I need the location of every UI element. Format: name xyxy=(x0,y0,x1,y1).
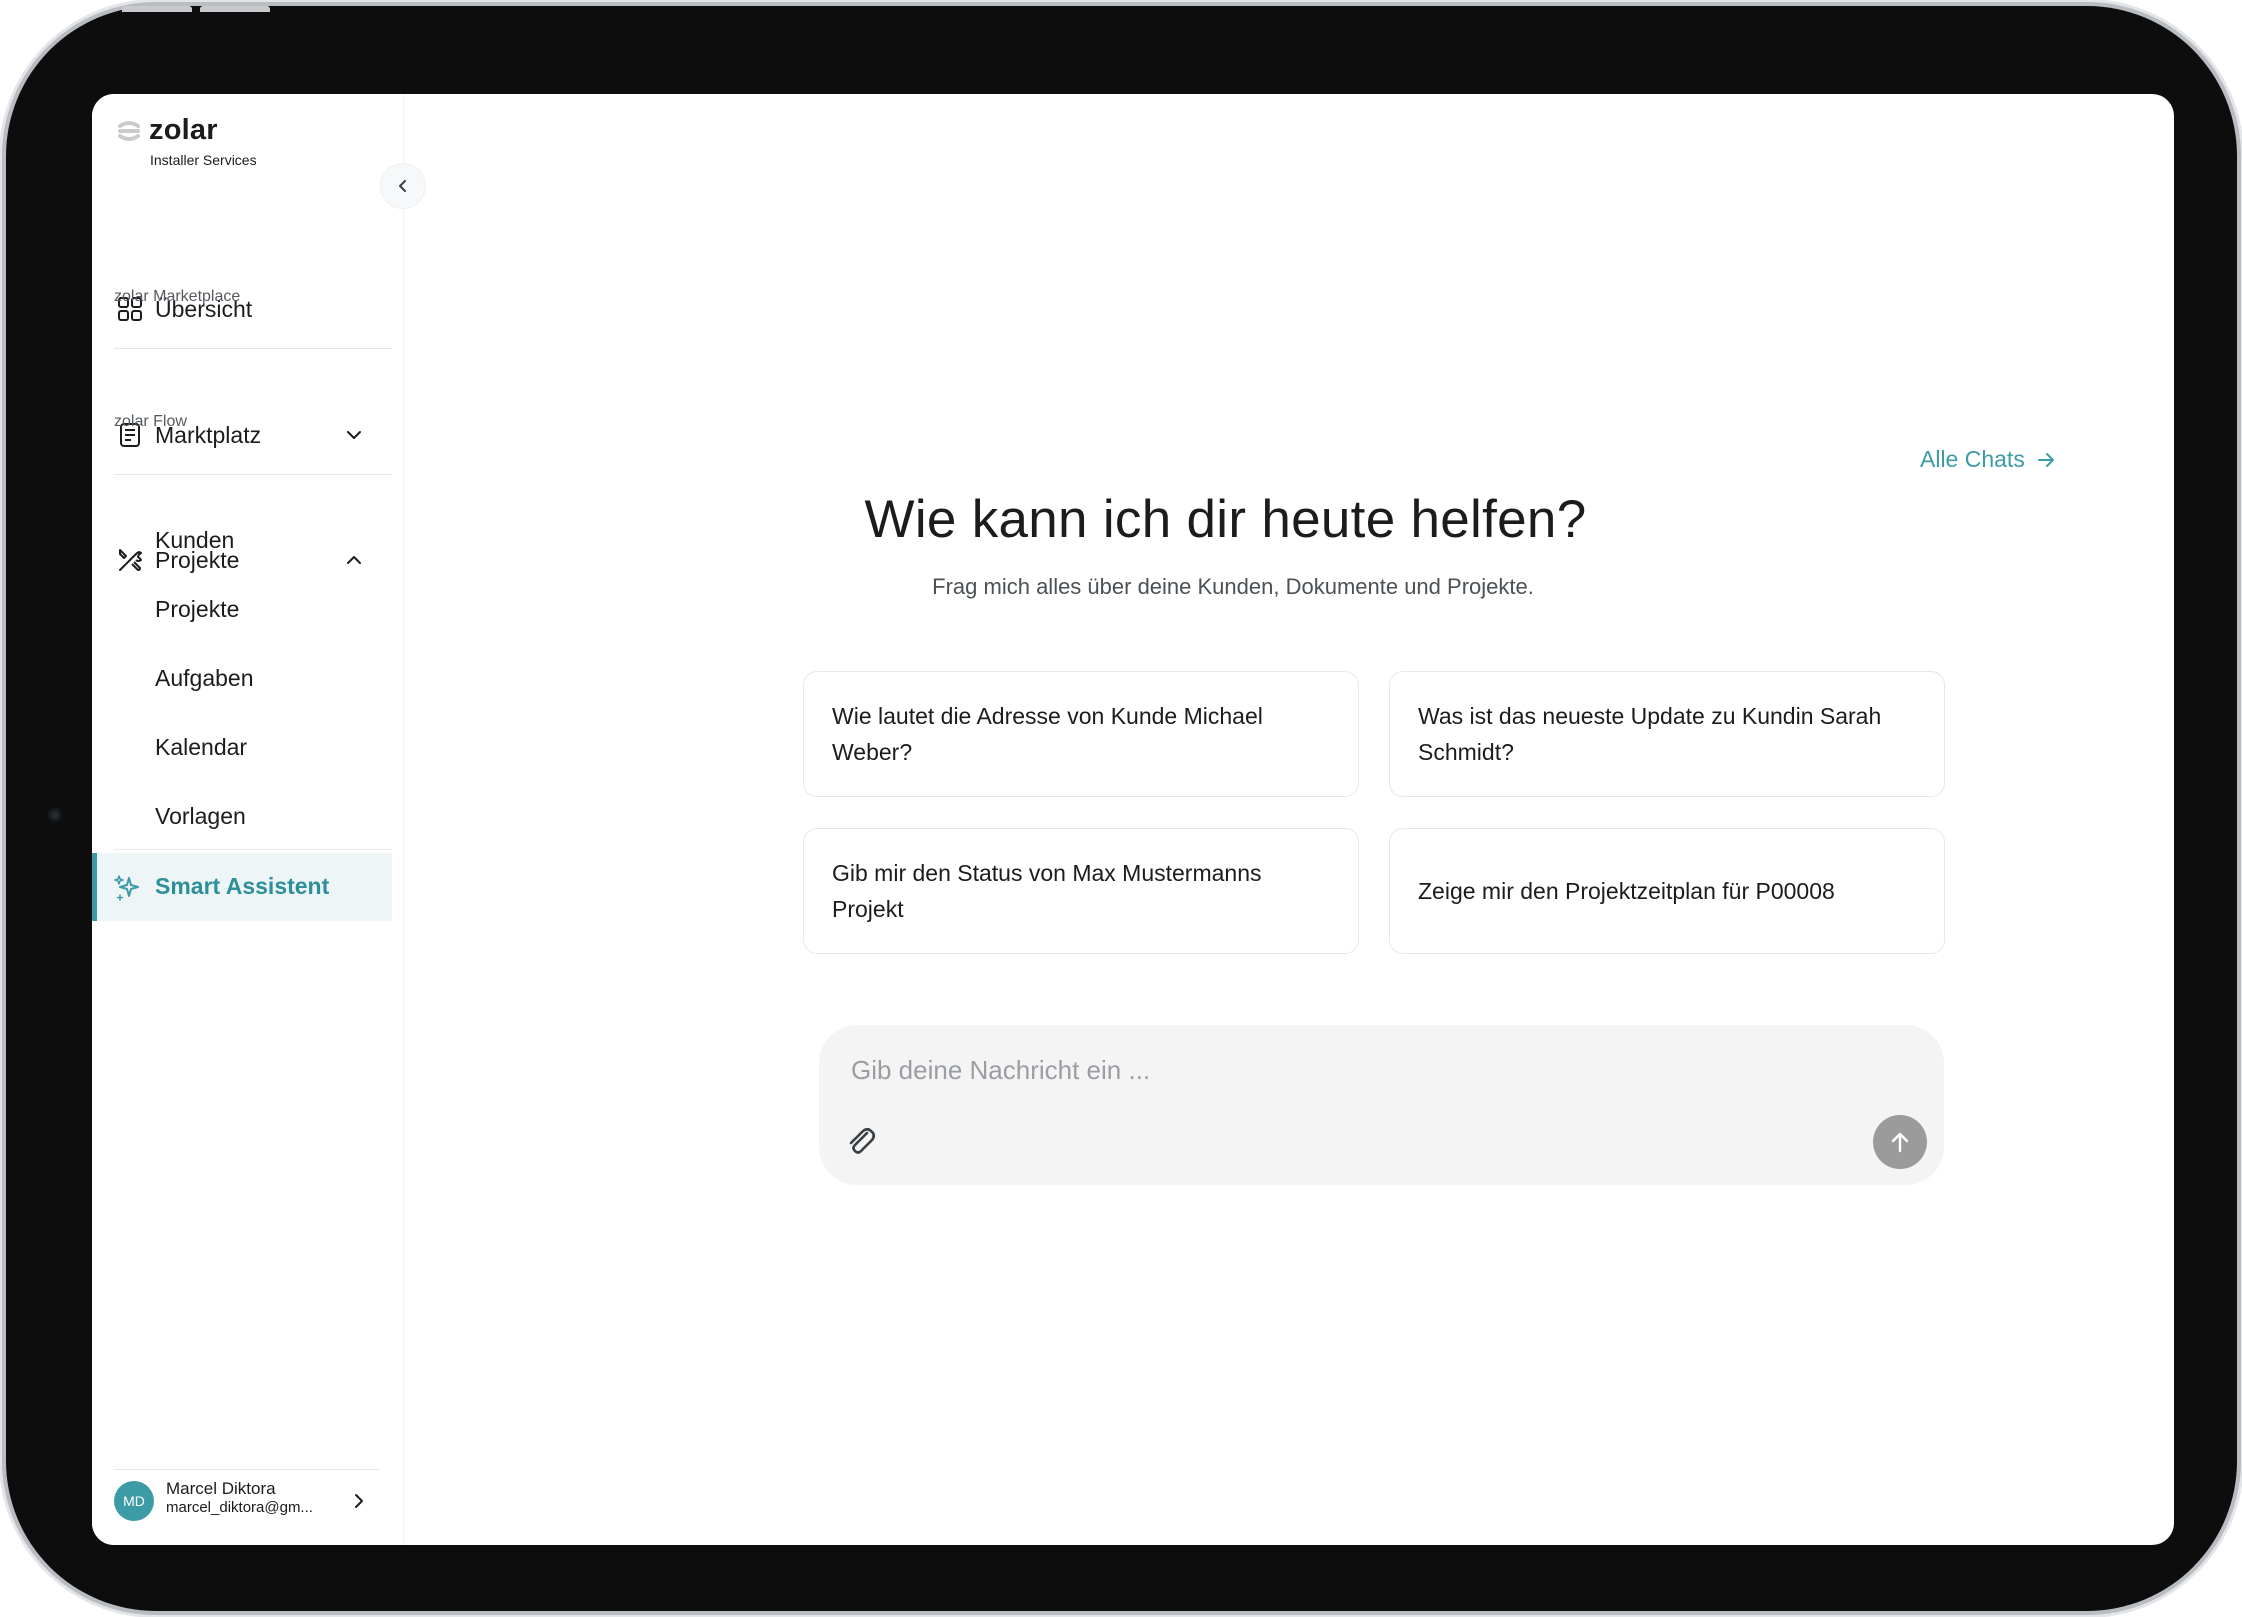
sidebar-subitem-tasks[interactable]: Aufgaben xyxy=(155,665,253,692)
suggestion-card[interactable]: Wie lautet die Adresse von Kunde Michael… xyxy=(803,671,1359,797)
sidebar-subitem-projects[interactable]: Projekte xyxy=(155,596,239,623)
sidebar-item-smart-assistant[interactable]: Smart Assistent xyxy=(92,853,392,921)
sidebar-item-marketplace[interactable]: Marktplatz xyxy=(92,402,392,468)
sidebar-item-overview[interactable]: Übersicht xyxy=(92,276,392,342)
suggestion-card[interactable]: Was ist das neueste Update zu Kundin Sar… xyxy=(1389,671,1945,797)
send-button[interactable] xyxy=(1873,1115,1927,1169)
tools-icon xyxy=(119,549,142,571)
section-label-flow: zolar Flow xyxy=(114,413,187,430)
page-subtitle: Frag mich alles über deine Kunden, Dokum… xyxy=(932,574,1534,599)
paperclip-icon[interactable] xyxy=(843,1123,879,1159)
device-button xyxy=(122,6,192,12)
brand-subtitle: Installer Services xyxy=(150,152,257,168)
user-name: Marcel Diktora xyxy=(166,1479,276,1498)
sidebar: zolar Installer Services Übersicht zolar… xyxy=(92,94,404,1545)
main-content: Alle Chats Wie kann ich dir heute helfen… xyxy=(404,94,2174,1545)
chevron-left-icon xyxy=(399,180,406,192)
all-chats-link[interactable]: Alle Chats xyxy=(1920,446,2057,473)
sidebar-item-label: Smart Assistent xyxy=(155,873,330,899)
message-input[interactable] xyxy=(849,1049,1853,1091)
chat-composer xyxy=(819,1025,1944,1185)
arrow-right-icon xyxy=(2037,452,2054,467)
user-profile[interactable]: MD Marcel Diktora marcel_diktora@gm... xyxy=(114,1479,382,1529)
zolar-logo-icon xyxy=(118,121,140,141)
page-title: Wie kann ich dir heute helfen? xyxy=(864,490,1587,549)
sidebar-subitem-calendar[interactable]: Kalendar xyxy=(155,734,247,761)
sparkles-icon xyxy=(114,875,139,901)
sidebar-subitem-customers[interactable]: Kunden xyxy=(155,527,234,554)
sidebar-item-projects[interactable]: Projekte xyxy=(92,527,392,593)
collapse-sidebar-button[interactable] xyxy=(381,164,425,208)
brand-name: zolar xyxy=(149,114,218,146)
arrow-up-icon xyxy=(1891,1132,1909,1153)
sidebar-subitem-templates[interactable]: Vorlagen xyxy=(155,803,246,830)
app-screen: zolar Installer Services Übersicht zolar… xyxy=(92,94,2174,1545)
section-label-marketplace: zolar Marketplace xyxy=(114,288,241,305)
chevron-down-icon[interactable] xyxy=(343,424,365,446)
device-button xyxy=(200,6,270,12)
camera xyxy=(48,808,62,822)
tablet-frame: zolar Installer Services Übersicht zolar… xyxy=(6,6,2237,1611)
divider xyxy=(114,849,392,850)
divider xyxy=(114,1469,380,1470)
chevron-right-icon xyxy=(355,1494,363,1508)
all-chats-label: Alle Chats xyxy=(1920,446,2025,472)
divider xyxy=(114,474,392,475)
divider xyxy=(114,348,392,349)
active-indicator xyxy=(92,853,97,921)
suggestion-card[interactable]: Zeige mir den Projektzeitplan für P00008 xyxy=(1389,828,1945,954)
user-email: marcel_diktora@gm... xyxy=(166,1499,313,1516)
suggestion-card[interactable]: Gib mir den Status von Max Mustermanns P… xyxy=(803,828,1359,954)
chevron-up-icon[interactable] xyxy=(343,549,365,571)
avatar: MD xyxy=(114,1481,154,1521)
